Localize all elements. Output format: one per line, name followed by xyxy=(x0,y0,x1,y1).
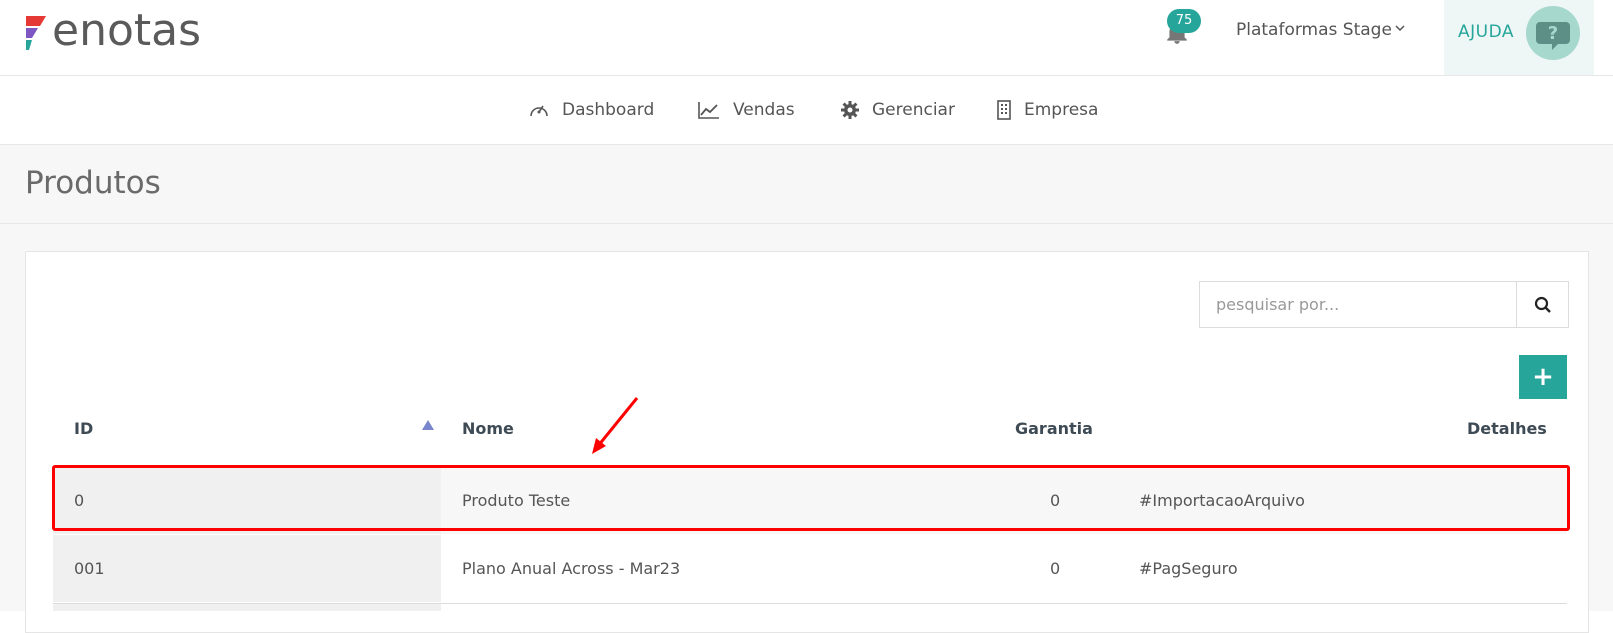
chevron-down-icon[interactable] xyxy=(1394,22,1406,34)
page-title-bar: Produtos xyxy=(0,145,1613,224)
building-icon xyxy=(997,100,1011,120)
column-header-nome[interactable]: Nome xyxy=(462,419,514,438)
search-box xyxy=(1199,281,1569,328)
nav-label-vendas: Vendas xyxy=(733,100,795,120)
help-button[interactable]: AJUDA ? xyxy=(1444,0,1594,75)
company-selector[interactable]: Plataformas Stage xyxy=(1236,20,1392,40)
help-avatar: ? xyxy=(1526,6,1580,60)
help-label: AJUDA xyxy=(1458,22,1515,42)
highlight-box xyxy=(52,465,1570,531)
row-id: 001 xyxy=(74,559,105,578)
top-header: enotas 75 Plataformas Stage AJUDA ? xyxy=(0,0,1613,76)
search-input[interactable] xyxy=(1200,282,1516,327)
svg-text:?: ? xyxy=(1548,23,1558,44)
nav-item-gerenciar[interactable]: Gerenciar xyxy=(840,98,955,122)
help-bubble-icon: ? xyxy=(1536,22,1570,50)
id-cell-bg xyxy=(53,535,441,602)
plus-icon: + xyxy=(1532,362,1554,392)
nav-label-gerenciar: Gerenciar xyxy=(872,100,955,120)
dashboard-icon xyxy=(530,105,548,117)
main-nav: Dashboard Vendas Gerenciar Empresa xyxy=(0,76,1613,145)
chart-icon xyxy=(698,102,719,119)
nav-label-dashboard: Dashboard xyxy=(562,100,655,120)
nav-item-empresa[interactable]: Empresa xyxy=(996,98,1098,122)
column-header-detalhes[interactable]: Detalhes xyxy=(1467,419,1547,438)
table-row[interactable]: 001 Plano Anual Across - Mar23 0 #PagSeg… xyxy=(53,535,1567,602)
nav-item-dashboard[interactable]: Dashboard xyxy=(528,98,654,122)
column-header-garantia[interactable]: Garantia xyxy=(1015,419,1093,438)
notification-badge[interactable]: 75 xyxy=(1167,9,1201,33)
nav-item-vendas[interactable]: Vendas xyxy=(697,98,795,122)
id-cell-bg xyxy=(53,604,441,611)
gear-icon xyxy=(841,101,859,119)
add-product-button[interactable]: + xyxy=(1519,355,1567,399)
column-header-id[interactable]: ID xyxy=(74,419,93,438)
table-row-partial xyxy=(53,604,1567,611)
logo-mark-icon xyxy=(26,16,46,50)
page-title: Produtos xyxy=(25,165,161,201)
nav-label-empresa: Empresa xyxy=(1024,100,1099,120)
sort-ascending-icon[interactable] xyxy=(422,420,434,430)
row-detalhes: #PagSeguro xyxy=(1139,559,1238,578)
row-nome: Plano Anual Across - Mar23 xyxy=(462,559,681,578)
annotation-arrow-icon xyxy=(592,397,639,454)
search-button[interactable] xyxy=(1516,282,1569,327)
logo-text: enotas xyxy=(52,5,202,56)
search-icon xyxy=(1534,296,1551,313)
row-garantia: 0 xyxy=(1050,559,1061,578)
